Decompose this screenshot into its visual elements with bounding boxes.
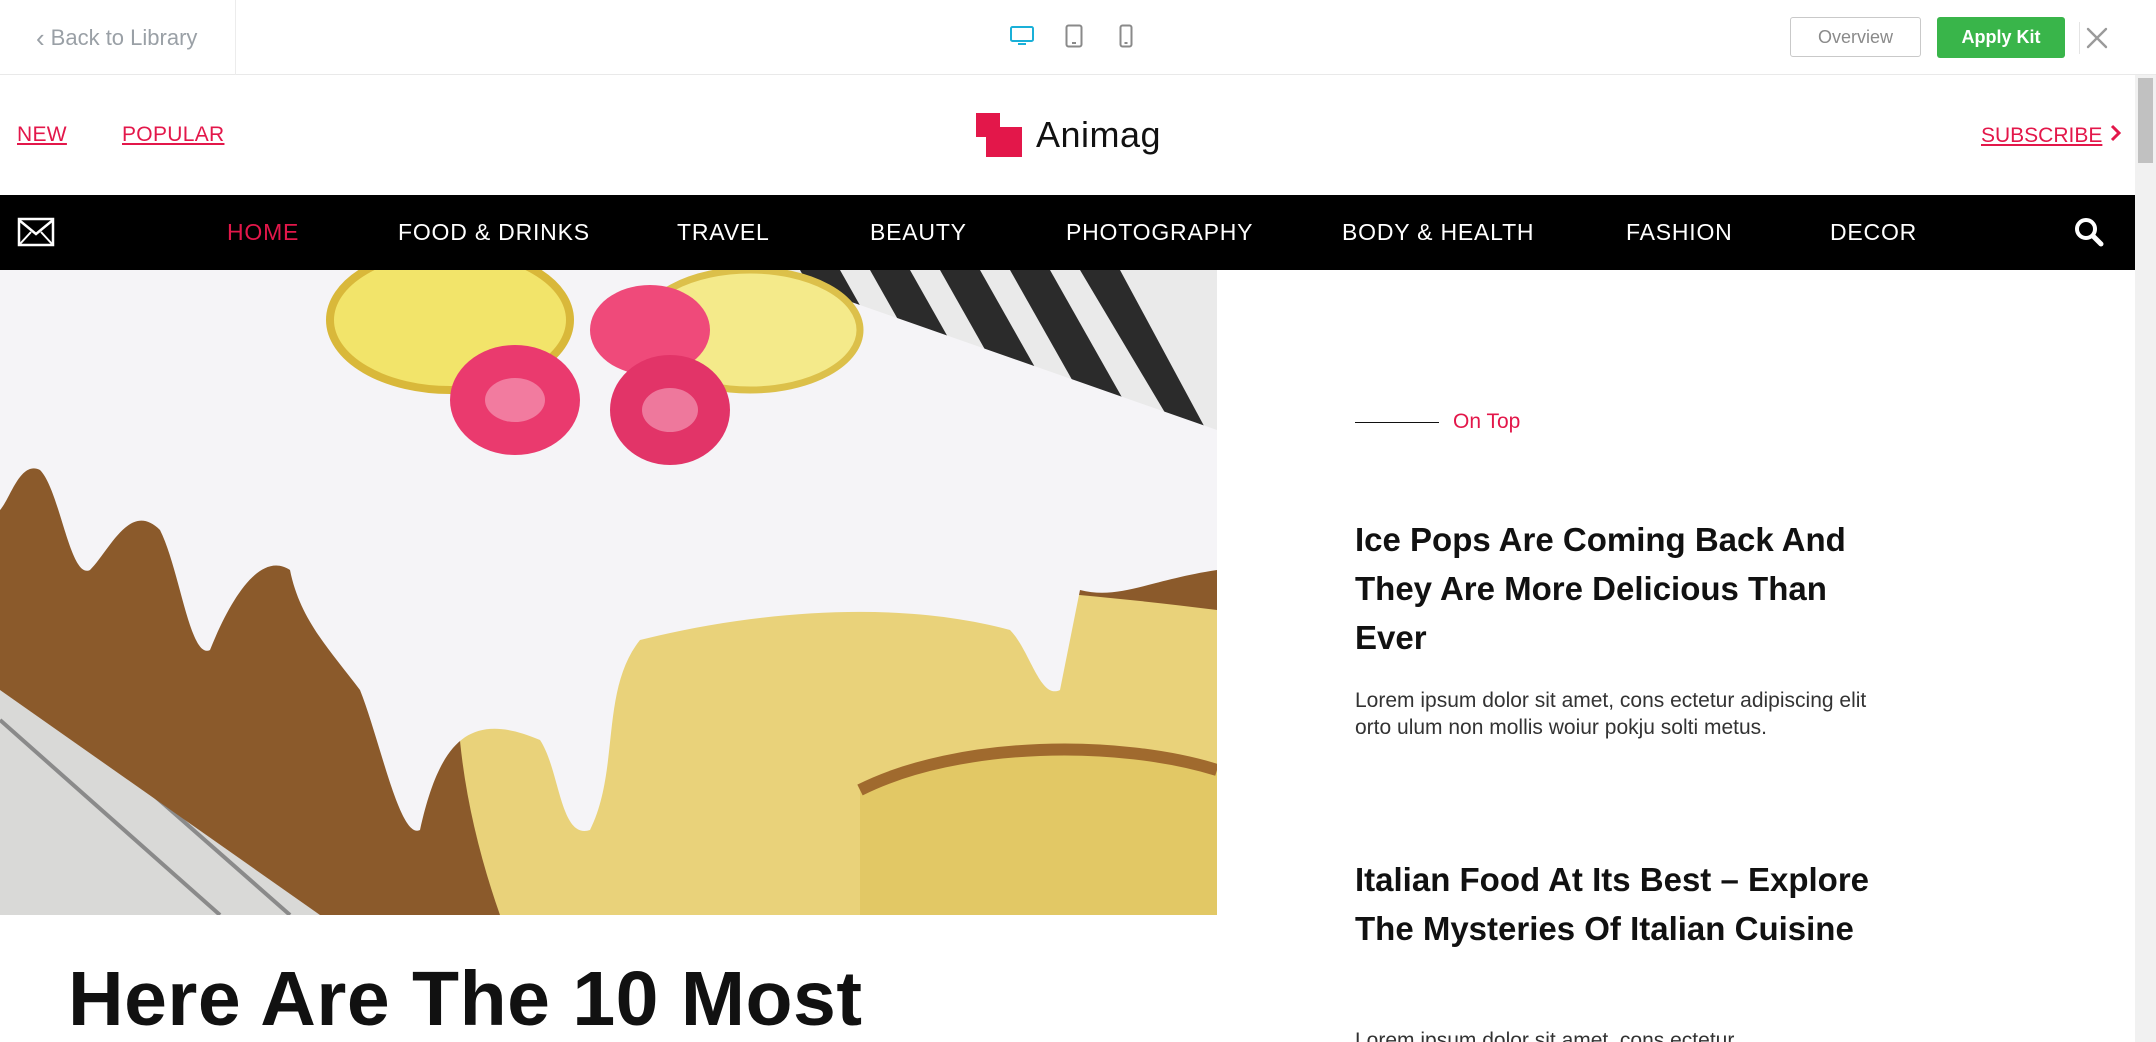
toolbar-divider	[2079, 22, 2080, 54]
mobile-icon[interactable]	[1114, 22, 1138, 50]
header-link-new[interactable]: NEW	[17, 123, 67, 147]
subscribe-link[interactable]: SUBSCRIBE	[1981, 124, 2122, 148]
article-excerpt: Lorem ipsum dolor sit amet, cons ectetur…	[1355, 689, 1867, 739]
logo-text: Animag	[1036, 114, 1162, 155]
desktop-icon[interactable]	[1010, 22, 1034, 50]
site-preview: NEW POPULAR Animag SUBSCRIBE HOME FOOD &…	[0, 75, 2135, 1042]
article-title[interactable]: Ice Pops Are Coming Back And They Are Mo…	[1355, 515, 1895, 662]
section-label: On Top	[1453, 410, 1521, 433]
chevron-right-icon	[2110, 124, 2122, 148]
logo-mark-icon	[976, 113, 1022, 157]
nav-item-photography[interactable]: PHOTOGRAPHY	[1066, 195, 1253, 270]
article-title[interactable]: Italian Food At Its Best – Explore The M…	[1355, 855, 1895, 953]
subscribe-label: SUBSCRIBE	[1981, 124, 2103, 147]
nav-item-fashion[interactable]: FASHION	[1626, 195, 1733, 270]
header-link-popular[interactable]: POPULAR	[122, 123, 224, 147]
hero-image[interactable]	[0, 270, 1217, 915]
scrollbar-thumb[interactable]	[2138, 78, 2153, 163]
back-to-library-label: Back to Library	[50, 24, 198, 50]
preview-scrollbar[interactable]	[2135, 75, 2156, 1042]
hero-headline[interactable]: Here Are The 10 Most	[68, 955, 863, 1042]
main-nav: HOME FOOD & DRINKS TRAVEL BEAUTY PHOTOGR…	[0, 195, 2135, 270]
nav-item-decor[interactable]: DECOR	[1830, 195, 1917, 270]
site-header: NEW POPULAR Animag SUBSCRIBE	[0, 75, 2135, 195]
close-icon[interactable]	[2083, 24, 2111, 52]
section-on-top: On Top	[1355, 410, 1520, 434]
editor-toolbar: ‹ Back to Library Overview Apply Kit	[0, 0, 2156, 75]
nav-item-food-drinks[interactable]: FOOD & DRINKS	[398, 195, 590, 270]
tablet-icon[interactable]	[1062, 22, 1086, 50]
section-divider	[1355, 421, 1439, 423]
article-excerpt: Lorem ipsum dolor sit amet, cons ectetur	[1355, 1029, 1735, 1042]
back-to-library-link[interactable]: ‹ Back to Library	[0, 0, 236, 75]
chevron-left-icon: ‹	[36, 22, 45, 53]
device-switcher	[1010, 22, 1138, 50]
nav-item-body-health[interactable]: BODY & HEALTH	[1342, 195, 1534, 270]
overview-button[interactable]: Overview	[1790, 17, 1921, 57]
nav-item-travel[interactable]: TRAVEL	[677, 195, 770, 270]
search-icon[interactable]	[2074, 217, 2104, 247]
nav-item-home[interactable]: HOME	[227, 195, 299, 270]
nav-item-beauty[interactable]: BEAUTY	[870, 195, 967, 270]
mail-icon[interactable]	[17, 217, 55, 247]
apply-kit-button[interactable]: Apply Kit	[1937, 17, 2065, 58]
site-logo[interactable]: Animag	[976, 113, 1161, 157]
